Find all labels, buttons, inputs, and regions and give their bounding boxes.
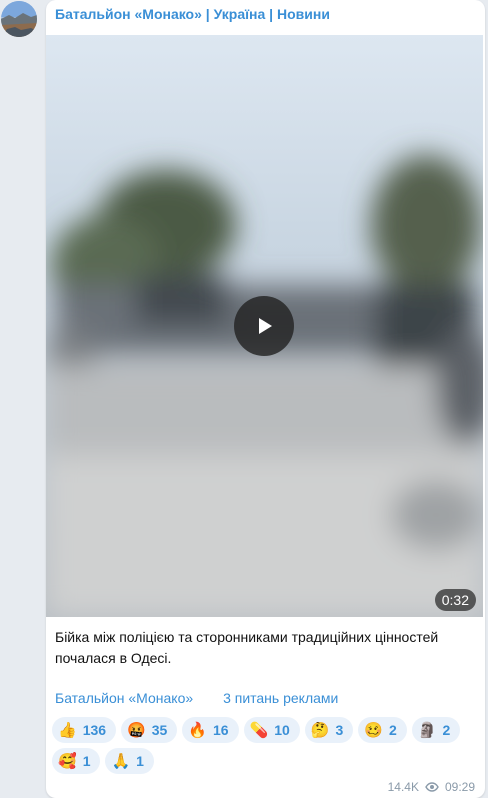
channel-link[interactable]: Батальйон «Монако» <box>55 690 193 706</box>
reaction-count: 3 <box>335 722 344 738</box>
ad-link[interactable]: 3 питань реклами <box>223 690 338 706</box>
reaction-fire[interactable]: 🔥 16 <box>182 717 239 743</box>
play-button[interactable] <box>234 296 294 356</box>
fire-icon: 🔥 <box>188 720 207 739</box>
moai-icon: 🗿 <box>417 720 437 739</box>
angry-face-icon: 🤬 <box>127 720 146 739</box>
message-time: 09:29 <box>444 780 475 794</box>
reaction-count: 16 <box>213 722 229 738</box>
reaction-count: 35 <box>151 722 168 738</box>
reaction-woozy[interactable]: 🥴 2 <box>358 717 407 743</box>
view-count: 14.4K <box>387 780 419 794</box>
reaction-count: 2 <box>389 722 397 738</box>
message-meta: 14.4K 09:29 <box>388 780 475 794</box>
reaction-count: 1 <box>136 753 144 769</box>
play-icon <box>259 318 272 334</box>
reaction-count: 136 <box>82 722 107 738</box>
reaction-count: 1 <box>82 753 91 769</box>
pray-icon: 🙏 <box>111 751 131 770</box>
reaction-thinking[interactable]: 🤔 3 <box>304 717 354 743</box>
thinking-face-icon: 🤔 <box>310 720 330 739</box>
message-text: Бійка між поліцією та сторонниками тради… <box>55 629 439 666</box>
channel-avatar[interactable] <box>1 1 37 37</box>
reaction-pill[interactable]: 💊 10 <box>243 717 300 743</box>
reactions-bar: 👍 136 🤬 35 🔥 16 💊 10 🤔 3 🥴 2 🗿 2 🥰 1 🙏 1 <box>52 717 478 774</box>
reaction-angry[interactable]: 🤬 35 <box>121 717 178 743</box>
reaction-count: 2 <box>442 722 451 738</box>
reaction-count: 10 <box>274 722 290 738</box>
reaction-thumbs-up[interactable]: 👍 136 <box>52 717 117 743</box>
video-duration: 0:32 <box>434 589 476 611</box>
reaction-smiling-hearts[interactable]: 🥰 1 <box>52 748 101 774</box>
thumbs-up-icon: 👍 <box>58 720 77 739</box>
channel-name[interactable]: Батальйон «Монако» | Україна | Новини <box>55 6 330 22</box>
message-bubble: Батальйон «Монако» | Україна | Новини 0:… <box>46 0 485 798</box>
pill-icon: 💊 <box>249 720 269 739</box>
woozy-face-icon: 🥴 <box>364 720 384 739</box>
eye-icon <box>425 782 439 792</box>
smiling-hearts-icon: 🥰 <box>58 751 77 770</box>
message-links: Батальйон «Монако» 3 питань реклами <box>55 690 338 706</box>
video-player[interactable]: 0:32 <box>46 35 483 617</box>
reaction-pray[interactable]: 🙏 1 <box>105 748 154 774</box>
reaction-moai[interactable]: 🗿 2 <box>411 717 461 743</box>
